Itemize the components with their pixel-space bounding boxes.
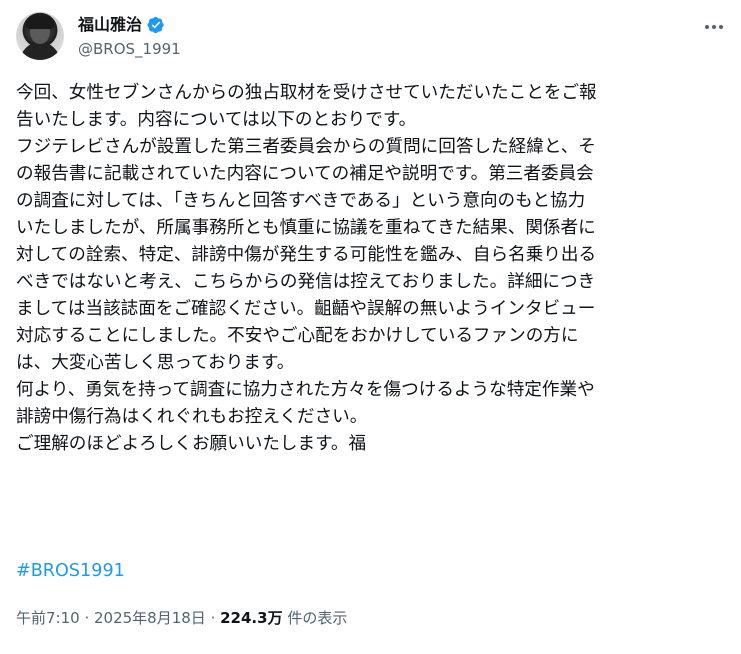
author-handle[interactable]: @BROS_1991 (78, 39, 181, 59)
verified-badge-icon (147, 16, 164, 34)
more-options-icon[interactable] (703, 16, 725, 38)
meta-separator: · (205, 609, 221, 627)
views-label: 件の表示 (282, 609, 348, 627)
post-text-line: 対しての詮索、特定、誹謗中傷が発生する可能性を鑑み、自ら名乗り出る (16, 245, 597, 265)
post-text: 今回、女性セブンさんからの独占取材を受けさせていただいたことをご報 告いたします… (16, 80, 728, 458)
post-text-line: フジテレビさんが設置した第三者委員会からの質問に回答した経緯と、そ (16, 137, 596, 157)
post-text-line: 今回、女性セブンさんからの独占取材を受けさせていただいたことをご報 (16, 83, 597, 103)
post-text-line: 対応することにしました。不安やご心配をおかけしているファンの方に (16, 326, 579, 346)
views-count[interactable]: 224.3万 (220, 609, 282, 627)
name-row: 福山雅治 (78, 14, 181, 36)
avatar-hair-shape (26, 15, 54, 29)
post-text-line: 誹謗中傷行為はくれぐれもお控えください。 (16, 407, 368, 427)
avatar[interactable] (16, 12, 64, 60)
post-text-line: の調査に対しては、「きちんと回答すべきである」という意向のもと協力 (16, 191, 586, 211)
hashtag-link[interactable]: #BROS1991 (16, 558, 125, 585)
post-text-line: ましては当該誌面をご確認ください。齟齬や誤解の無いようインタビュー (16, 299, 596, 319)
post-text-line: の報告書に記載されていた内容についての補足や説明です。第三者委員会 (16, 164, 594, 184)
post-text-line: べきではないと考え、こちらからの発信は控えておりました。詳細につき (16, 272, 596, 292)
author-block: 福山雅治 @BROS_1991 (78, 14, 181, 59)
post-text-line: 何より、勇気を持って調査に協力された方々を傷つけるような特定作業や (16, 380, 595, 400)
meta-separator: · (79, 609, 94, 627)
avatar-body-shape (20, 42, 60, 60)
post-text-line: 告いたします。内容については以下のとおりです。 (16, 110, 417, 130)
post-meta: 午前7:10 · 2025年8月18日 · 224.3万 件の表示 (16, 608, 347, 628)
post-text-line: ご理解のほどよろしくお願いいたします。福 (16, 434, 367, 454)
more-dots-icon (705, 25, 723, 29)
author-display-name[interactable]: 福山雅治 (78, 14, 142, 36)
post-text-line: いたしましたが、所属事務所とも慎重に協議を重ねてきた結果、関係者に (16, 218, 596, 238)
post-date[interactable]: 2025年8月18日 (94, 609, 206, 627)
post-time[interactable]: 午前7:10 (16, 609, 80, 627)
post-text-line: は、大変心苦しく思っております。 (16, 353, 295, 373)
post-header: 福山雅治 @BROS_1991 (16, 12, 725, 62)
